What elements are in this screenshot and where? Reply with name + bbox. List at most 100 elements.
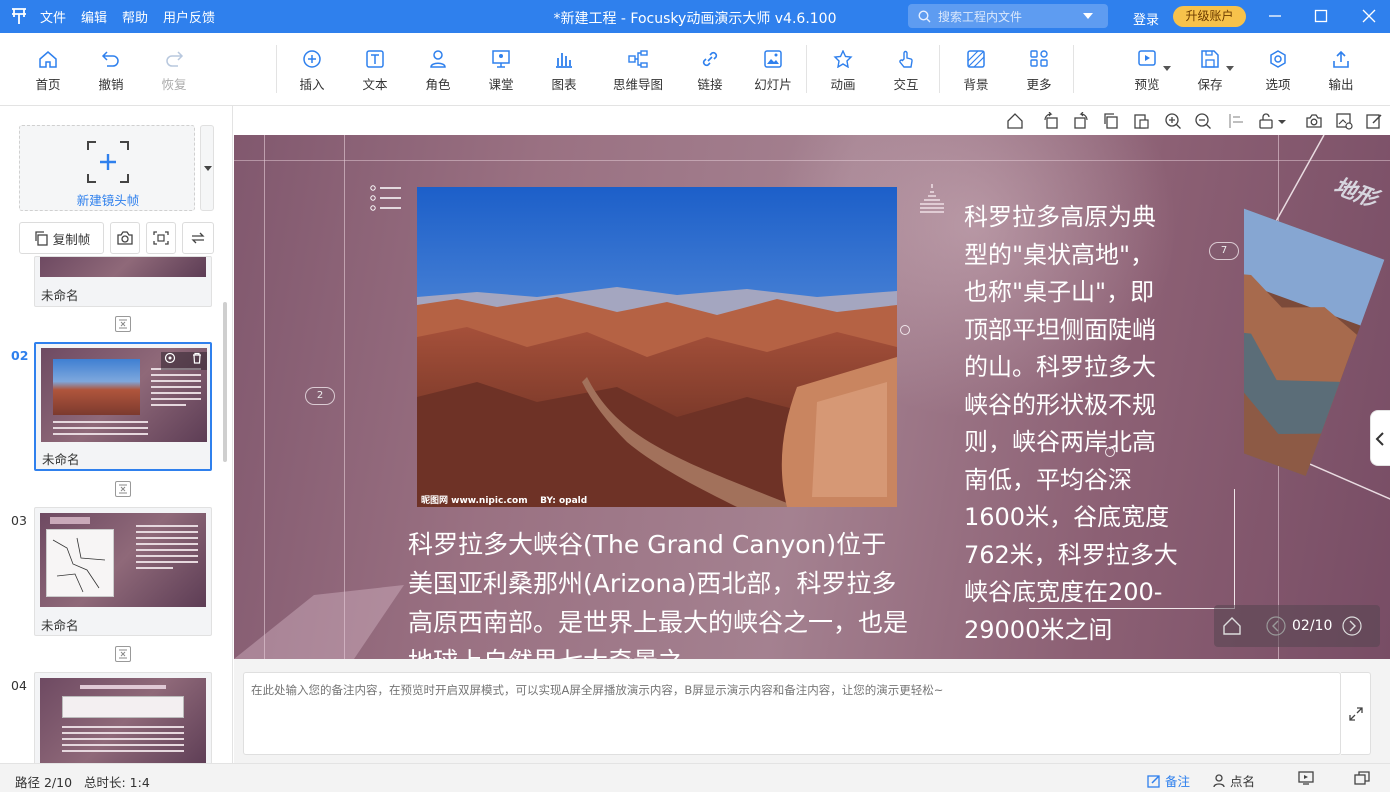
rotate-left-icon[interactable] <box>1042 112 1060 130</box>
animation-button[interactable]: 动画 <box>813 50 873 93</box>
options-button[interactable]: 选项 <box>1248 50 1308 93</box>
app-logo-icon <box>10 6 28 26</box>
chevron-down-icon[interactable] <box>1163 66 1171 71</box>
text-button[interactable]: 文本 <box>345 50 405 93</box>
preview-label: 预览 <box>1134 77 1160 92</box>
transition-icon[interactable] <box>115 646 131 662</box>
new-frame-button[interactable]: 新建镜头帧 <box>19 125 195 211</box>
project-search-input[interactable]: 搜索工程内文件 <box>908 4 1108 28</box>
background-button[interactable]: 背景 <box>946 50 1006 93</box>
camera-icon[interactable] <box>1305 112 1323 130</box>
menu-file[interactable]: 文件 <box>40 7 66 26</box>
swap-button[interactable] <box>182 222 214 254</box>
menu-edit[interactable]: 编辑 <box>81 7 107 26</box>
resize-handle[interactable] <box>1105 447 1115 457</box>
frame-badge[interactable]: 7 <box>1209 242 1239 260</box>
classroom-label: 课堂 <box>488 77 514 92</box>
new-frame-dropdown[interactable] <box>200 125 214 211</box>
slideshow-button[interactable]: 幻灯片 <box>743 50 803 93</box>
slide-name: 未命名 <box>41 288 79 303</box>
menu-feedback[interactable]: 用户反馈 <box>163 7 215 26</box>
home-button[interactable]: 首页 <box>18 50 78 93</box>
edit-icon[interactable] <box>1365 112 1383 130</box>
rotated-frame[interactable] <box>1244 135 1390 659</box>
undo-button[interactable]: 撤销 <box>81 50 141 93</box>
insert-button[interactable]: 插入 <box>282 50 342 93</box>
minimize-icon[interactable] <box>1267 8 1283 24</box>
export-button[interactable]: 输出 <box>1311 50 1371 93</box>
chevron-down-icon[interactable] <box>1226 66 1234 71</box>
body-text-block[interactable]: 科罗拉多大峡谷(The Grand Canyon)位于美国亚利桑那州(Arizo… <box>408 525 908 659</box>
align-icon[interactable] <box>1228 112 1246 130</box>
image-settings-icon[interactable] <box>1335 112 1353 130</box>
rotate-right-icon[interactable] <box>1072 112 1090 130</box>
gear-icon <box>1270 50 1286 68</box>
preview-button[interactable]: 预览 <box>1117 50 1177 93</box>
slide-list-scrollbar[interactable] <box>223 302 227 462</box>
transition-icon[interactable] <box>115 316 131 332</box>
window-mode-icon[interactable] <box>1354 771 1370 785</box>
fit-icon <box>153 231 169 245</box>
chart-button[interactable]: 图表 <box>534 50 594 93</box>
upgrade-button[interactable]: 升级账户 <box>1173 6 1246 27</box>
resize-handle[interactable] <box>900 325 910 335</box>
presentation-canvas[interactable]: 昵图网 www.nipic.com BY: opald 科罗拉多大峡谷(The … <box>234 135 1390 659</box>
rollcall-button[interactable]: 点名 <box>1212 771 1255 790</box>
swap-icon <box>191 232 205 244</box>
side-text-block[interactable]: 科罗拉多高原为典型的"桌状高地"，也称"桌子山"，即顶部平坦侧面陡峭的山。科罗拉… <box>964 199 1178 649</box>
more-button[interactable]: 更多 <box>1009 50 1069 93</box>
login-link[interactable]: 登录 <box>1133 9 1159 28</box>
slide-thumbnail-4[interactable] <box>34 672 212 763</box>
slide-thumbnail-1[interactable]: 未命名 <box>34 256 212 307</box>
expand-right-panel-button[interactable] <box>1370 410 1390 466</box>
notes-toggle[interactable]: 备注 <box>1147 771 1190 790</box>
slide-settings-icon[interactable] <box>164 352 176 364</box>
guide-line <box>234 160 1390 161</box>
watermark-site: 昵图网 www.nipic.com <box>421 496 528 506</box>
hand-pointer-icon <box>899 50 913 68</box>
copy-frame-button[interactable]: 复制帧 <box>19 222 104 254</box>
close-icon[interactable] <box>1361 8 1377 24</box>
slide-preview <box>40 257 206 277</box>
slideshow-label: 幻灯片 <box>754 77 792 92</box>
maximize-icon[interactable] <box>1313 8 1329 24</box>
fit-frame-button[interactable] <box>146 222 176 254</box>
animation-label: 动画 <box>830 77 856 92</box>
home-view-icon[interactable] <box>1006 112 1024 130</box>
home-icon[interactable] <box>1222 616 1242 636</box>
main-menu: 文件 编辑 帮助 用户反馈 <box>40 0 230 33</box>
transition-icon[interactable] <box>115 481 131 497</box>
previous-icon[interactable] <box>1266 616 1286 636</box>
slide-thumbnail-3[interactable]: 未命名 <box>34 507 212 636</box>
expand-notes-button[interactable] <box>1341 672 1371 755</box>
lock-icon[interactable] <box>1258 112 1288 130</box>
zoom-in-icon[interactable] <box>1164 112 1182 130</box>
mindmap-button[interactable]: 思维导图 <box>607 50 669 93</box>
zoom-out-icon[interactable] <box>1194 112 1212 130</box>
notes-input[interactable] <box>251 682 1333 745</box>
frame-badge[interactable]: 2 <box>305 387 335 405</box>
next-icon[interactable] <box>1342 616 1362 636</box>
slide-thumbnail-2[interactable]: 未命名 <box>34 342 212 471</box>
path-indicator: 路径 2/10 <box>15 775 73 790</box>
interact-button[interactable]: 交互 <box>876 50 936 93</box>
paste-icon[interactable] <box>1132 112 1150 130</box>
decorative-shape <box>234 585 404 659</box>
link-button[interactable]: 链接 <box>680 50 740 93</box>
classroom-button[interactable]: 课堂 <box>471 50 531 93</box>
star-icon <box>833 50 853 68</box>
screenshot-button[interactable] <box>110 222 140 254</box>
save-button[interactable]: 保存 <box>1180 50 1240 93</box>
menu-help[interactable]: 帮助 <box>122 7 148 26</box>
duplicate-icon[interactable] <box>1102 112 1120 130</box>
trash-icon[interactable] <box>191 352 203 364</box>
redo-button[interactable]: 恢复 <box>144 50 204 93</box>
role-button[interactable]: 角色 <box>408 50 468 93</box>
slide-number: 04 <box>11 678 27 693</box>
rollcall-label: 点名 <box>1230 774 1256 789</box>
chevron-down-icon[interactable] <box>1083 13 1093 19</box>
present-icon[interactable] <box>1298 771 1314 785</box>
list-icon <box>370 185 401 211</box>
image-icon <box>764 50 782 68</box>
grand-canyon-photo[interactable]: 昵图网 www.nipic.com BY: opald <box>417 187 897 507</box>
